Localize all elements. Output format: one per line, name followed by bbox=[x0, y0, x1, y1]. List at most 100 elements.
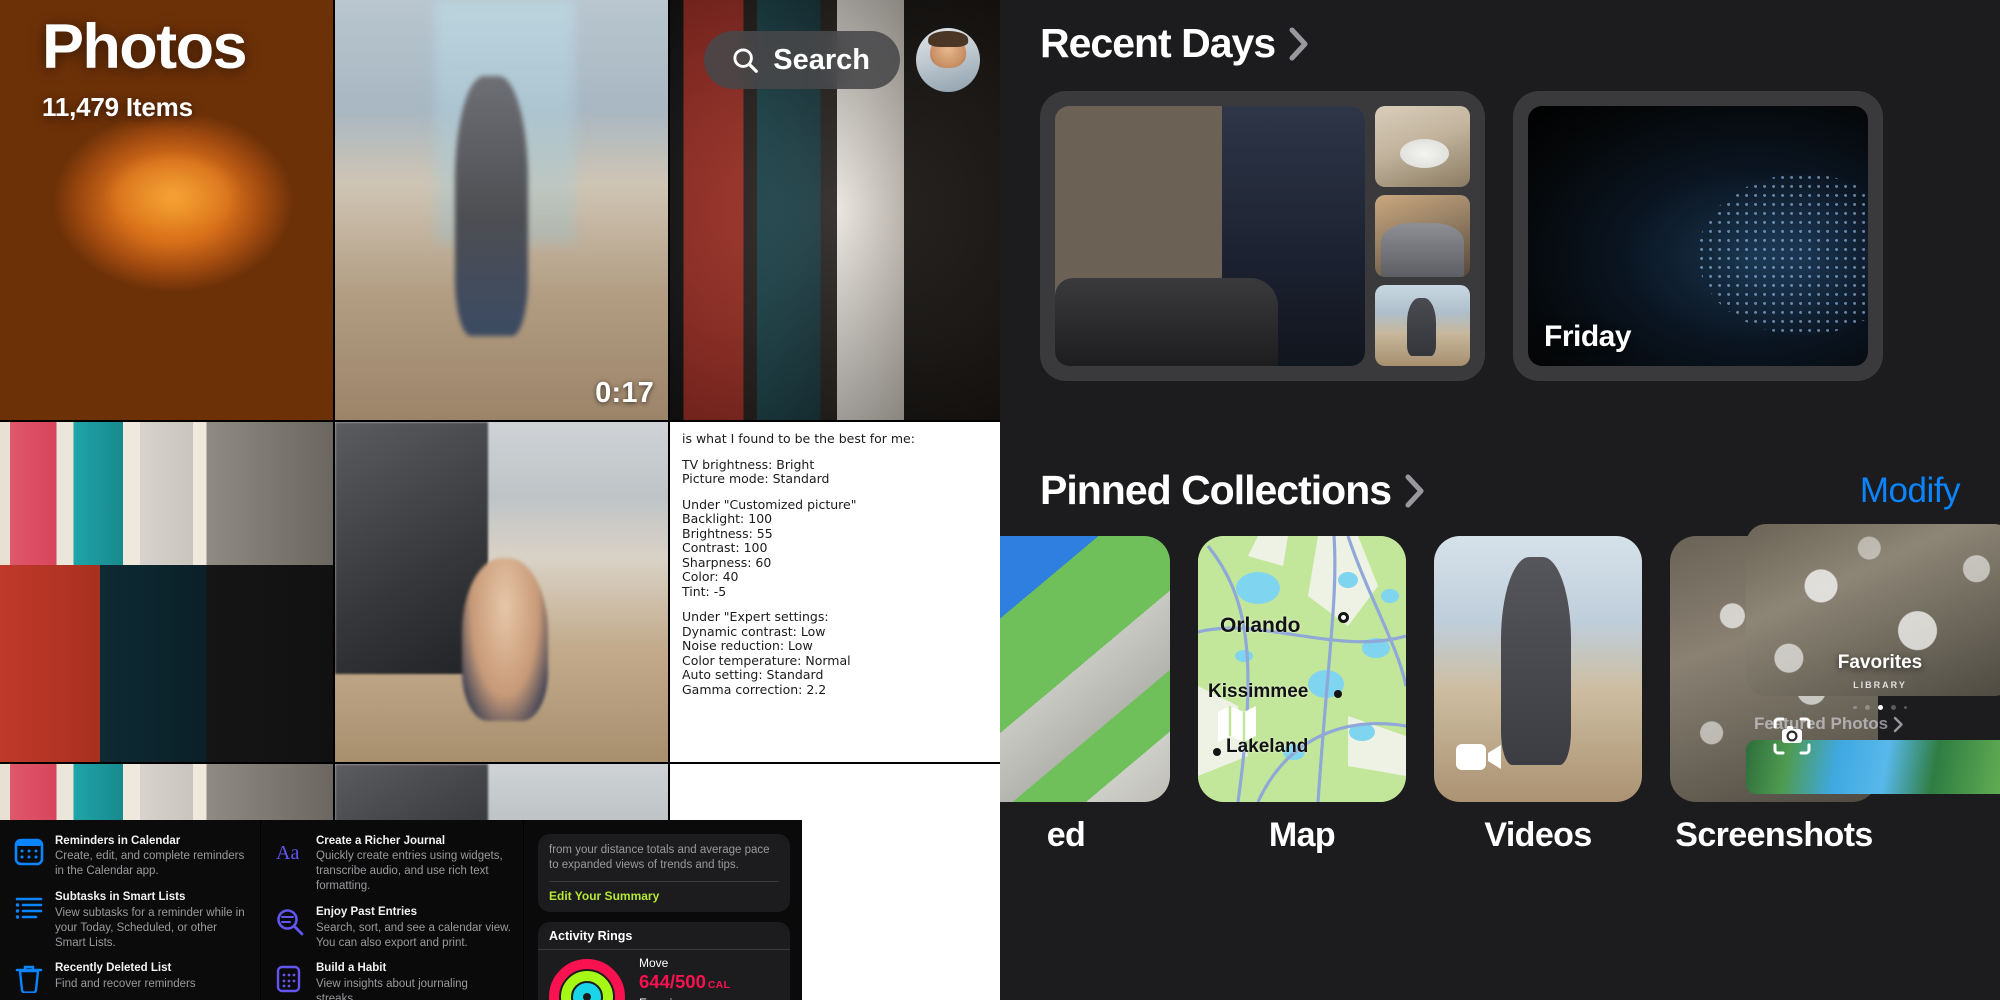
page-dot[interactable] bbox=[1890, 705, 1896, 710]
collection-item-map[interactable]: Orlando Kissimmee Lakeland Map bbox=[1198, 536, 1406, 855]
map-city-label: Kissimmee bbox=[1208, 681, 1309, 702]
collection-label: Videos bbox=[1484, 816, 1592, 854]
note-heading: Under "Customized picture" bbox=[682, 496, 857, 512]
page-title: Photos bbox=[42, 12, 247, 82]
activity-metrics: Move 644/500CAL Exercise 50/30MIN bbox=[639, 957, 730, 1000]
page-dot[interactable] bbox=[1853, 705, 1857, 710]
feature-row: Recently Deleted List Find and recover r… bbox=[14, 961, 248, 994]
photo-thumbnail-screenshot[interactable]: is what I found to be the best for me: T… bbox=[670, 422, 1000, 762]
note-line: Backlight: 100 bbox=[682, 511, 773, 526]
day-label: Saturday bbox=[1071, 320, 1196, 353]
reminders-widget[interactable]: Reminders in Calendar Create, edit, and … bbox=[0, 820, 260, 1000]
search-button[interactable]: Search bbox=[704, 31, 900, 89]
pinned-collections-header: Pinned Collections Modify bbox=[1040, 447, 2000, 514]
day-thumbnail-strip bbox=[1375, 106, 1470, 366]
collection-thumbnail[interactable] bbox=[1434, 536, 1642, 802]
day-main-photo[interactable]: Saturday bbox=[1055, 106, 1365, 366]
note-line: Contrast: 100 bbox=[682, 540, 768, 555]
map-city-marker bbox=[1334, 690, 1342, 698]
feature-desc: View insights about journaling streaks, bbox=[316, 977, 468, 1000]
day-card[interactable]: Saturday bbox=[1040, 91, 1485, 381]
feature-row: Aa Create a Richer Journal Quickly creat… bbox=[275, 834, 511, 894]
feature-desc: Search, sort, and see a calendar view. Y… bbox=[316, 921, 511, 949]
photo-thumbnail[interactable] bbox=[335, 422, 668, 762]
feature-desc: Quickly create entries using widgets, tr… bbox=[316, 850, 503, 893]
day-thumbnail[interactable] bbox=[1375, 284, 1470, 366]
edit-summary-link[interactable]: Edit Your Summary bbox=[549, 889, 779, 903]
video-camera-icon bbox=[1456, 744, 1501, 770]
journal-widget[interactable]: Aa Create a Richer Journal Quickly creat… bbox=[261, 820, 523, 1000]
feature-title: Reminders in Calendar bbox=[55, 835, 181, 847]
video-duration-badge: 0:17 bbox=[595, 377, 654, 409]
map-city-marker bbox=[1213, 748, 1221, 756]
recent-days-row: Saturday Friday bbox=[1040, 91, 2000, 381]
photos-app-screen: 0:17 is what I found to be the best for … bbox=[0, 0, 2000, 1000]
activity-rings-body: Move 644/500CAL Exercise 50/30MIN bbox=[538, 950, 790, 1000]
activity-rings-card[interactable]: Activity Rings Move 644/500CAL Exercise bbox=[538, 922, 790, 1000]
day-card[interactable]: Friday bbox=[1513, 91, 1883, 381]
featured-photo[interactable]: Favorites LIBRARY bbox=[1746, 524, 2000, 696]
day-main-photo[interactable]: Friday bbox=[1528, 106, 1868, 366]
feature-title: Enjoy Past Entries bbox=[316, 906, 417, 919]
chevron-right-icon bbox=[1289, 27, 1308, 60]
note-line: Picture mode: Standard bbox=[682, 471, 830, 486]
note-line: Noise reduction: Low bbox=[682, 638, 813, 653]
featured-photos-widget[interactable]: Favorites LIBRARY Featured Photos bbox=[1746, 524, 2000, 794]
map-city-marker bbox=[1338, 612, 1349, 623]
page-dot[interactable] bbox=[1864, 705, 1870, 710]
note-line: Sharpness: 60 bbox=[682, 554, 772, 570]
svg-text:Aa: Aa bbox=[276, 842, 299, 864]
featured-caption: Favorites bbox=[1837, 652, 1923, 673]
page-dot[interactable] bbox=[1903, 705, 1907, 710]
note-line: Dynamic contrast: Low bbox=[682, 623, 826, 639]
collection-thumbnail[interactable]: Orlando Kissimmee Lakeland bbox=[1198, 536, 1406, 802]
summary-card[interactable]: from your distance totals and average pa… bbox=[538, 834, 790, 913]
collection-label: Map bbox=[1268, 816, 1336, 854]
featured-subcaption: LIBRARY bbox=[1853, 680, 1907, 690]
chevron-right-icon bbox=[1893, 716, 1903, 732]
feature-desc: Create, edit, and complete reminders in … bbox=[55, 850, 245, 878]
collection-item-videos[interactable]: Videos bbox=[1434, 536, 1642, 855]
fitness-widget[interactable]: from your distance totals and average pa… bbox=[524, 820, 802, 1000]
note-line: Auto setting: Standard bbox=[682, 667, 824, 682]
activity-rings-title: Activity Rings bbox=[549, 929, 633, 944]
item-count-label: 11,479 Items bbox=[42, 92, 193, 123]
note-line: Color temperature: Normal bbox=[682, 652, 851, 668]
metric-value: 644/500 CAL bbox=[639, 971, 731, 993]
header-actions: Search bbox=[704, 28, 980, 92]
recent-days-header[interactable]: Recent Days bbox=[1040, 0, 2000, 67]
collection-thumbnail[interactable] bbox=[1000, 536, 1170, 802]
map-icon bbox=[1218, 706, 1256, 742]
trash-icon bbox=[15, 966, 43, 994]
widget-strip: Reminders in Calendar Create, edit, and … bbox=[0, 820, 802, 1000]
photo-thumbnail[interactable] bbox=[0, 422, 333, 762]
modify-button[interactable]: Modify bbox=[1860, 471, 1961, 511]
day-thumbnail[interactable] bbox=[1375, 106, 1470, 188]
feature-title: Create a Richer Journal bbox=[316, 835, 446, 847]
feature-title: Recently Deleted List bbox=[55, 962, 172, 975]
text-format-icon: Aa bbox=[276, 842, 299, 864]
pinned-title-group[interactable]: Pinned Collections bbox=[1040, 467, 1426, 514]
map-graphic bbox=[1198, 536, 1406, 802]
feature-desc: Find and recover reminders bbox=[55, 977, 196, 990]
habit-grid-icon bbox=[276, 966, 301, 993]
note-line: Color: 40 bbox=[682, 569, 739, 584]
feature-desc: View subtasks for a reminder while in yo… bbox=[55, 906, 245, 949]
feature-row: Reminders in Calendar Create, edit, and … bbox=[14, 834, 248, 879]
search-label: Search bbox=[773, 43, 870, 76]
collection-item-shared[interactable]: ed bbox=[1000, 536, 1170, 855]
feature-row: Subtasks in Smart Lists View subtasks fo… bbox=[14, 890, 248, 950]
divider bbox=[549, 881, 779, 883]
header-titles: Photos 11,479 Items bbox=[42, 14, 704, 123]
chevron-right-icon bbox=[1405, 474, 1424, 507]
summary-desc: from your distance totals and average pa… bbox=[549, 844, 770, 872]
page-dots[interactable] bbox=[1746, 705, 2000, 710]
note-line: Gamma correction: 2.2 bbox=[682, 681, 827, 697]
page-dot-active[interactable] bbox=[1877, 705, 1883, 710]
section-title: Recent Days bbox=[1040, 20, 1276, 66]
collection-label: ed bbox=[1046, 816, 1086, 854]
account-avatar[interactable] bbox=[916, 28, 980, 92]
collection-label: Screenshots bbox=[1675, 816, 1873, 854]
recent-days-title-group: Recent Days bbox=[1040, 20, 1310, 67]
day-thumbnail[interactable] bbox=[1375, 195, 1470, 277]
